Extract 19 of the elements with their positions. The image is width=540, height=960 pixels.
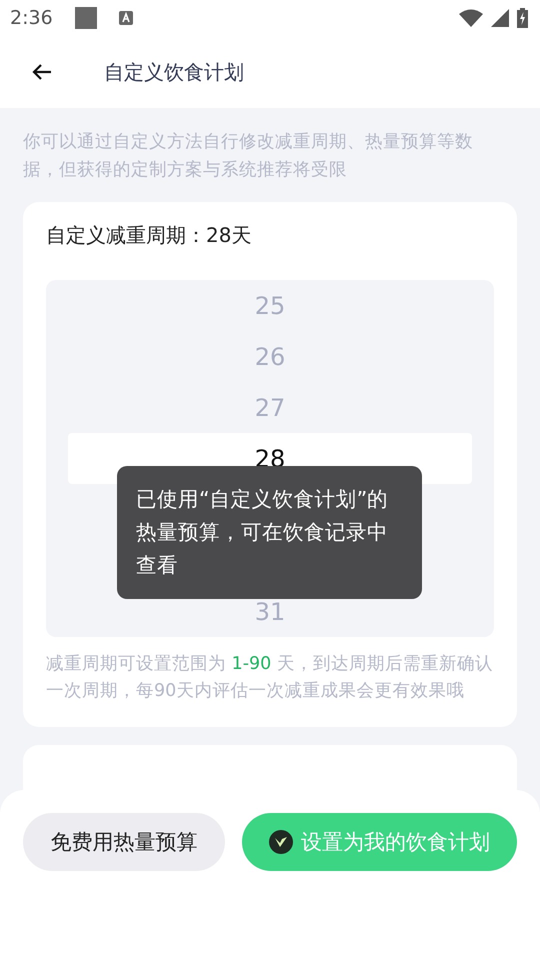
period-label: 自定义减重周期： [46,223,206,247]
free-budget-button[interactable]: 免费用热量预算 [23,813,225,871]
intro-text: 你可以通过自定义方法自行修改减重周期、热量预算等数据，但获得的定制方案与系统推荐将受限 [23,131,474,182]
range-note: 减重周期可设置范围为 1-90 天，到达周期后需重新确认一次周期，每90天内评估一次减重成果会更有效果哦 [46,653,494,703]
set-plan-button[interactable]: 设置为我的饮食计划 [242,813,517,871]
signal-icon [491,9,509,27]
font-icon [118,11,133,25]
battery-icon [517,8,528,28]
page-title: 自定义饮食计划 [104,58,244,86]
picker-option[interactable]: 31 [254,598,286,626]
picker-option[interactable]: 25 [254,292,286,320]
wifi-icon [459,9,483,27]
status-time: 2:36 [10,7,53,29]
period-value: 28天 [206,223,252,247]
notification-icon [74,7,97,29]
logo-icon [269,830,293,854]
picker-option[interactable]: 27 [254,394,286,422]
message-toast: 已使用“自定义饮食计划”的热量预算，可在饮食记录中查看 [117,466,422,599]
picker-option[interactable]: 26 [254,342,286,370]
